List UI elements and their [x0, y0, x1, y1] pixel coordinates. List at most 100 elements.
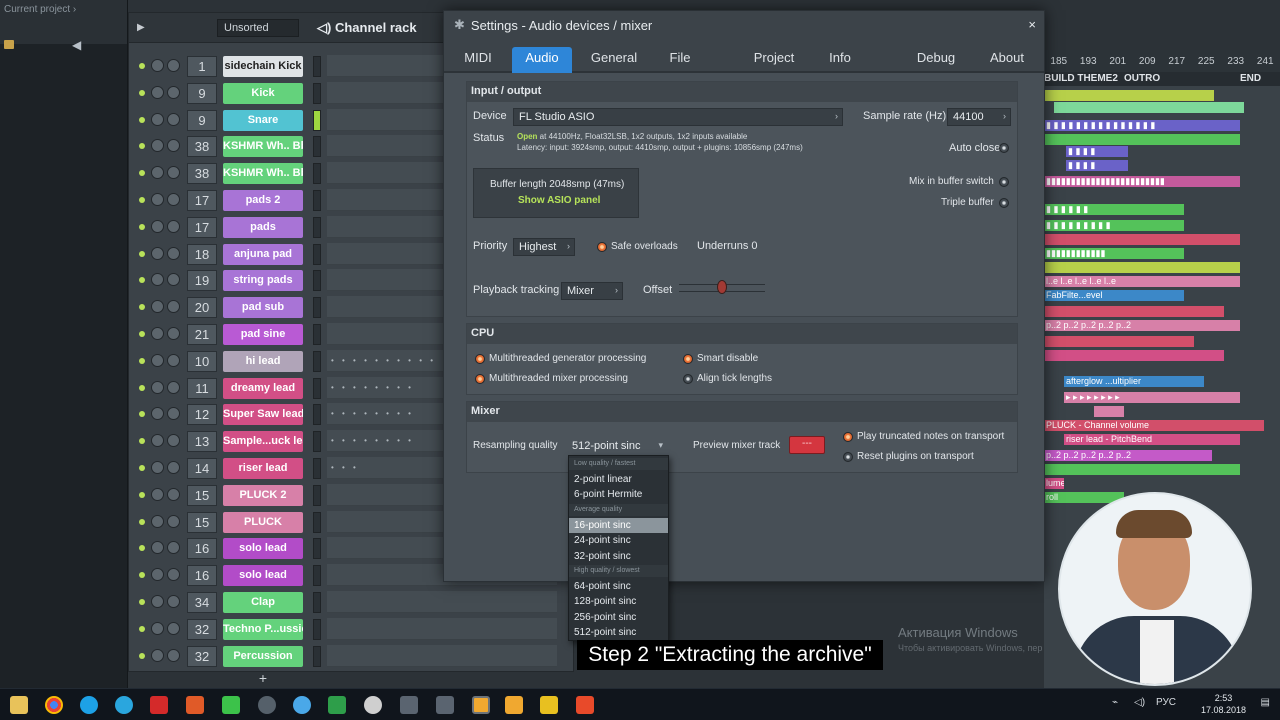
marker-end[interactable]: END — [1240, 73, 1261, 84]
channel-volume-knob[interactable] — [167, 166, 180, 180]
channel-mixer-track[interactable]: 15 — [187, 484, 217, 506]
channel-mute-led[interactable] — [139, 518, 145, 525]
fl-studio-2-icon[interactable] — [505, 696, 523, 714]
cloud-icon[interactable] — [293, 696, 311, 714]
dropdown-option[interactable]: 64-point sinc — [569, 579, 668, 594]
channel-select-bar[interactable] — [313, 458, 321, 479]
channel-name-button[interactable]: riser lead — [223, 458, 303, 479]
channel-mixer-track[interactable]: 15 — [187, 511, 217, 533]
channel-volume-knob[interactable] — [167, 327, 180, 340]
dialog-titlebar[interactable]: ✱ Settings - Audio devices / mixer × — [444, 11, 1044, 39]
channel-volume-knob[interactable] — [167, 514, 180, 528]
dropdown-option[interactable]: 6-point Hermite — [569, 487, 668, 502]
channel-mixer-track[interactable]: 18 — [187, 243, 217, 265]
channel-mixer-track[interactable]: 10 — [187, 350, 217, 372]
step-notes[interactable]: • • • • • • • • — [331, 383, 414, 392]
channel-pan-knob[interactable] — [151, 193, 164, 206]
smart-disable-toggle[interactable] — [683, 354, 693, 364]
channel-pan-knob[interactable] — [151, 59, 164, 72]
channel-name-button[interactable]: Percussion — [223, 645, 303, 667]
channel-select-bar[interactable] — [313, 592, 321, 613]
channel-select-bar[interactable] — [313, 163, 321, 185]
channel-volume-knob[interactable] — [167, 487, 180, 501]
channel-mixer-track[interactable]: 11 — [187, 377, 217, 399]
channel-name-button[interactable]: Sample...uck lead — [223, 431, 303, 453]
channel-volume-knob[interactable] — [167, 353, 180, 367]
app-gear-icon[interactable] — [258, 696, 276, 714]
channel-pan-knob[interactable] — [151, 219, 164, 233]
add-channel-button[interactable]: + — [128, 670, 398, 686]
playlist-clip[interactable] — [1044, 262, 1240, 273]
channel-name-button[interactable]: hi lead — [223, 350, 303, 372]
channel-mute-led[interactable] — [139, 465, 145, 471]
channel-mixer-track[interactable]: 17 — [187, 190, 217, 211]
tab-midi[interactable]: MIDI — [454, 47, 502, 73]
channel-pan-knob[interactable] — [151, 166, 164, 180]
channel-name-button[interactable]: KSHMR Wh.. Bbpm) — [223, 136, 303, 158]
play-truncated-toggle[interactable] — [843, 432, 853, 442]
channel-pan-knob[interactable] — [151, 353, 164, 367]
tab-general[interactable]: General — [584, 47, 644, 73]
show-asio-panel-link[interactable]: Show ASIO panel — [518, 195, 600, 206]
channel-pan-knob[interactable] — [151, 541, 164, 555]
playlist-clip[interactable] — [1044, 134, 1240, 145]
channel-volume-knob[interactable] — [167, 568, 180, 582]
channel-name-button[interactable]: Clap — [223, 592, 303, 613]
channel-select-bar[interactable] — [313, 216, 321, 238]
playlist-clip[interactable]: p..2 p..2 p..2 p..2 p..2 — [1044, 450, 1212, 461]
dropdown-option[interactable]: 128-point sinc — [569, 594, 668, 609]
channel-pan-knob[interactable] — [151, 568, 164, 582]
playlist-clip[interactable] — [1094, 406, 1124, 417]
resampling-select[interactable]: 512-point sinc ▾ — [567, 438, 667, 456]
channel-volume-knob[interactable] — [167, 541, 180, 555]
channel-mute-led[interactable] — [139, 652, 145, 659]
channel-volume-knob[interactable] — [167, 193, 180, 206]
channel-select-bar[interactable] — [313, 324, 321, 345]
channel-select-bar[interactable] — [313, 136, 321, 158]
channel-pan-knob[interactable] — [151, 487, 164, 501]
channel-mute-led[interactable] — [139, 331, 145, 337]
channel-select-bar[interactable] — [313, 82, 321, 104]
playlist-clip[interactable] — [1044, 336, 1194, 347]
channel-volume-knob[interactable] — [167, 219, 180, 233]
channel-select-bar[interactable] — [313, 377, 321, 399]
channel-mixer-track[interactable]: 9 — [187, 82, 217, 104]
channel-select-bar[interactable] — [313, 56, 321, 77]
step-notes[interactable]: • • • — [331, 463, 359, 472]
marker-outro[interactable]: OUTRO — [1124, 73, 1160, 84]
channel-name-button[interactable]: solo lead — [223, 538, 303, 560]
channel-volume-knob[interactable] — [167, 139, 180, 153]
channel-step-grid[interactable] — [327, 591, 557, 613]
channel-mute-led[interactable] — [139, 411, 145, 418]
app-line2-icon[interactable] — [436, 696, 454, 714]
align-tick-toggle[interactable] — [683, 374, 693, 384]
channel-select-bar[interactable] — [313, 431, 321, 453]
channel-mute-led[interactable] — [139, 599, 145, 605]
app-red-icon[interactable] — [576, 696, 594, 714]
channel-name-button[interactable]: Super Saw lead — [223, 404, 303, 426]
channel-volume-knob[interactable] — [167, 595, 180, 608]
skype-icon[interactable] — [80, 696, 98, 714]
tab-info[interactable]: Info — [818, 47, 862, 73]
triple-buffer-toggle[interactable] — [999, 198, 1009, 208]
channel-volume-knob[interactable] — [167, 246, 180, 260]
channel-volume-knob[interactable] — [167, 461, 180, 474]
channel-mute-led[interactable] — [139, 116, 145, 123]
playlist-clip[interactable]: FabFilte...evel — [1044, 290, 1184, 301]
channel-select-bar[interactable] — [313, 297, 321, 319]
speaker-tray-icon[interactable]: ◁) — [1134, 697, 1145, 708]
playlist-clip[interactable]: ▮ ▮ ▮ ▮ ▮ ▮ ▮ ▮ ▮ — [1044, 220, 1184, 231]
channel-select-bar[interactable] — [313, 109, 321, 131]
channel-mixer-track[interactable]: 16 — [187, 565, 217, 587]
app-pen-icon[interactable] — [540, 696, 558, 714]
sample-rate-select[interactable]: 44100 › — [947, 108, 1011, 126]
channel-name-button[interactable]: pad sub — [223, 297, 303, 319]
channel-mute-led[interactable] — [139, 250, 145, 257]
playlist-clip[interactable]: ▮ ▮ ▮ ▮ — [1066, 146, 1128, 157]
channel-volume-knob[interactable] — [167, 85, 180, 99]
channel-select-bar[interactable] — [313, 404, 321, 426]
auto-close-toggle[interactable] — [999, 143, 1009, 153]
channel-mixer-track[interactable]: 9 — [187, 109, 217, 131]
channel-pan-knob[interactable] — [151, 139, 164, 153]
app-orange-icon[interactable] — [186, 696, 204, 714]
